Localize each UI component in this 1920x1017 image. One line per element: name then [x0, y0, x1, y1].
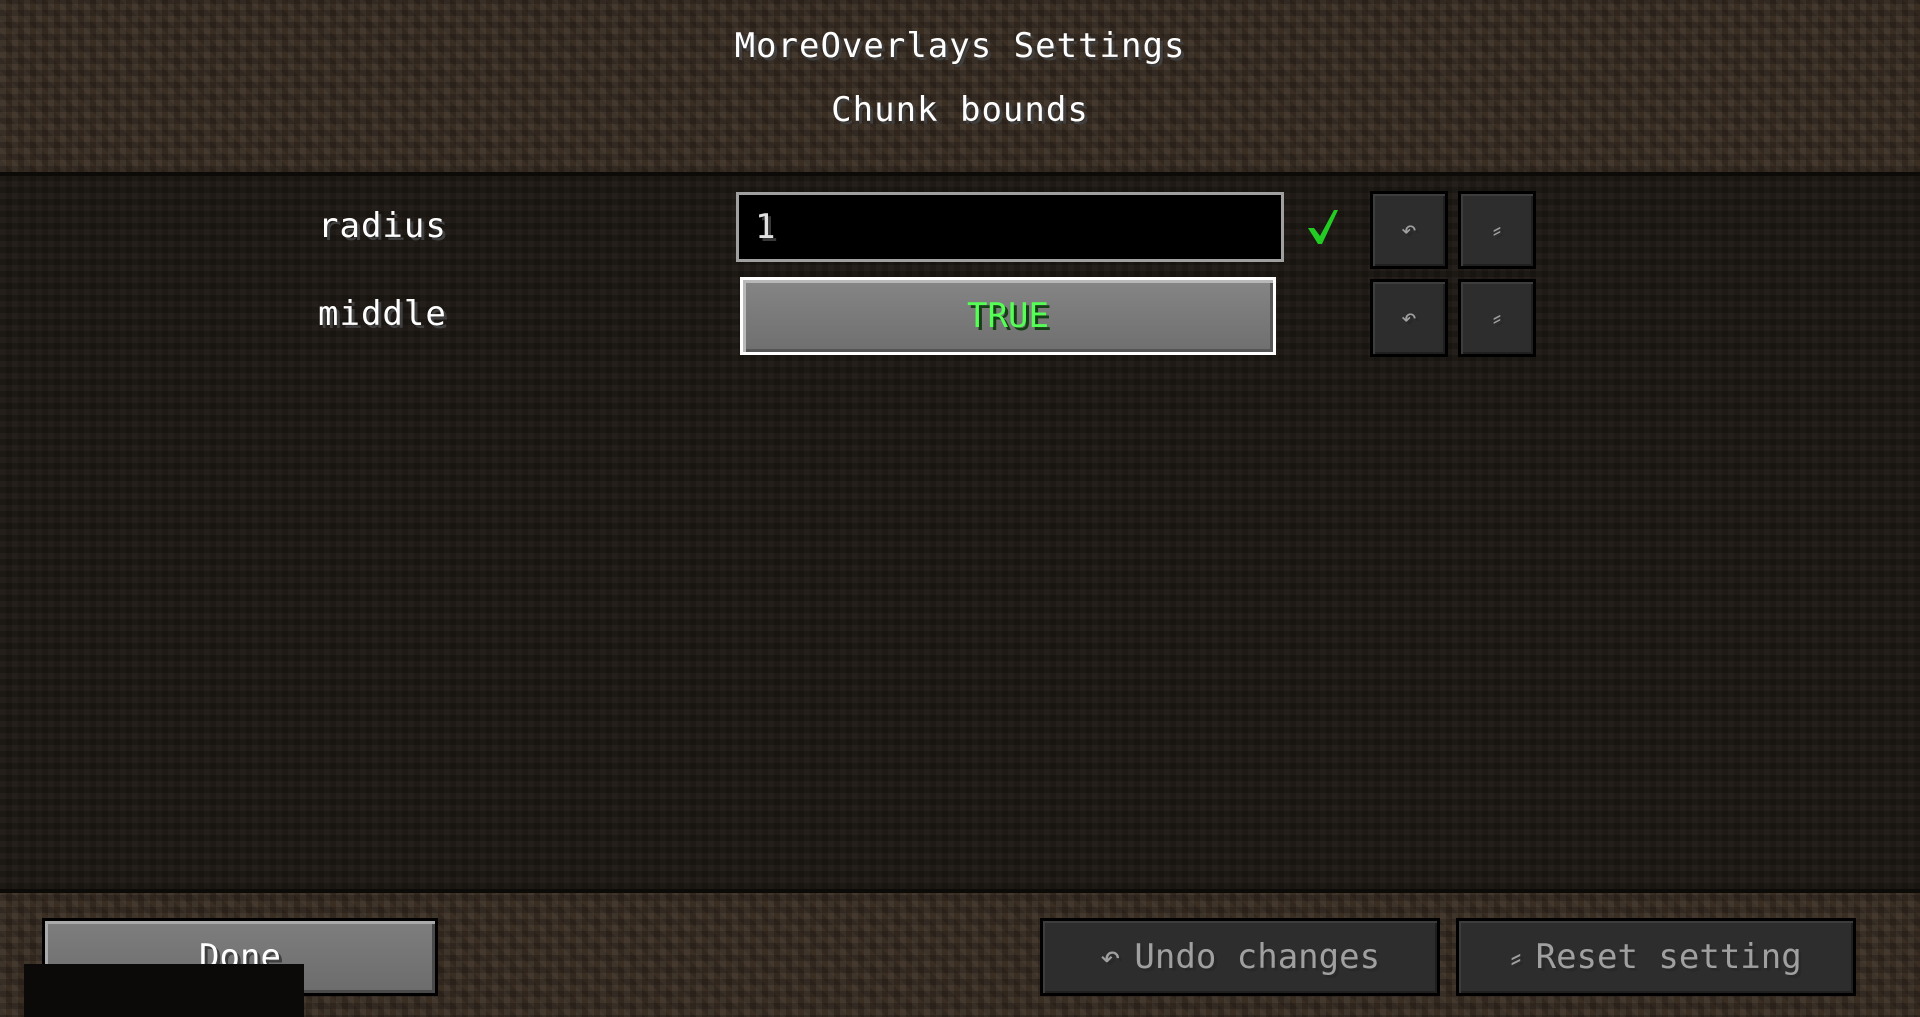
middle-toggle-button[interactable]: TRUE [740, 277, 1276, 355]
eraser-icon: ⸗ [1510, 937, 1522, 977]
category-subtitle: Chunk bounds [831, 90, 1089, 130]
reset-middle-button[interactable]: ⸗ [1458, 279, 1536, 357]
dark-overlay [24, 964, 304, 1017]
reset-setting-label: Reset setting [1535, 937, 1802, 977]
setting-label-radius: radius [318, 206, 447, 246]
eraser-icon: ⸗ [1492, 215, 1502, 245]
undo-changes-button[interactable]: ↶ Undo changes [1040, 918, 1440, 996]
undo-changes-label: Undo changes [1134, 937, 1381, 977]
radius-input[interactable] [736, 192, 1284, 262]
reset-setting-button[interactable]: ⸗ Reset setting [1456, 918, 1856, 996]
undo-icon: ↶ [1401, 215, 1417, 245]
eraser-icon: ⸗ [1492, 303, 1502, 333]
undo-radius-button[interactable]: ↶ [1370, 191, 1448, 269]
undo-icon: ↶ [1099, 937, 1121, 977]
toggle-value: TRUE [967, 296, 1049, 336]
config-screen: MoreOverlays Settings Chunk bounds radiu… [0, 0, 1920, 1017]
undo-middle-button[interactable]: ↶ [1370, 279, 1448, 357]
screen-title: MoreOverlays Settings [734, 26, 1186, 66]
reset-radius-button[interactable]: ⸗ [1458, 191, 1536, 269]
checkmark-icon [1308, 210, 1338, 244]
setting-label-middle: middle [318, 294, 447, 334]
undo-icon: ↶ [1401, 303, 1417, 333]
